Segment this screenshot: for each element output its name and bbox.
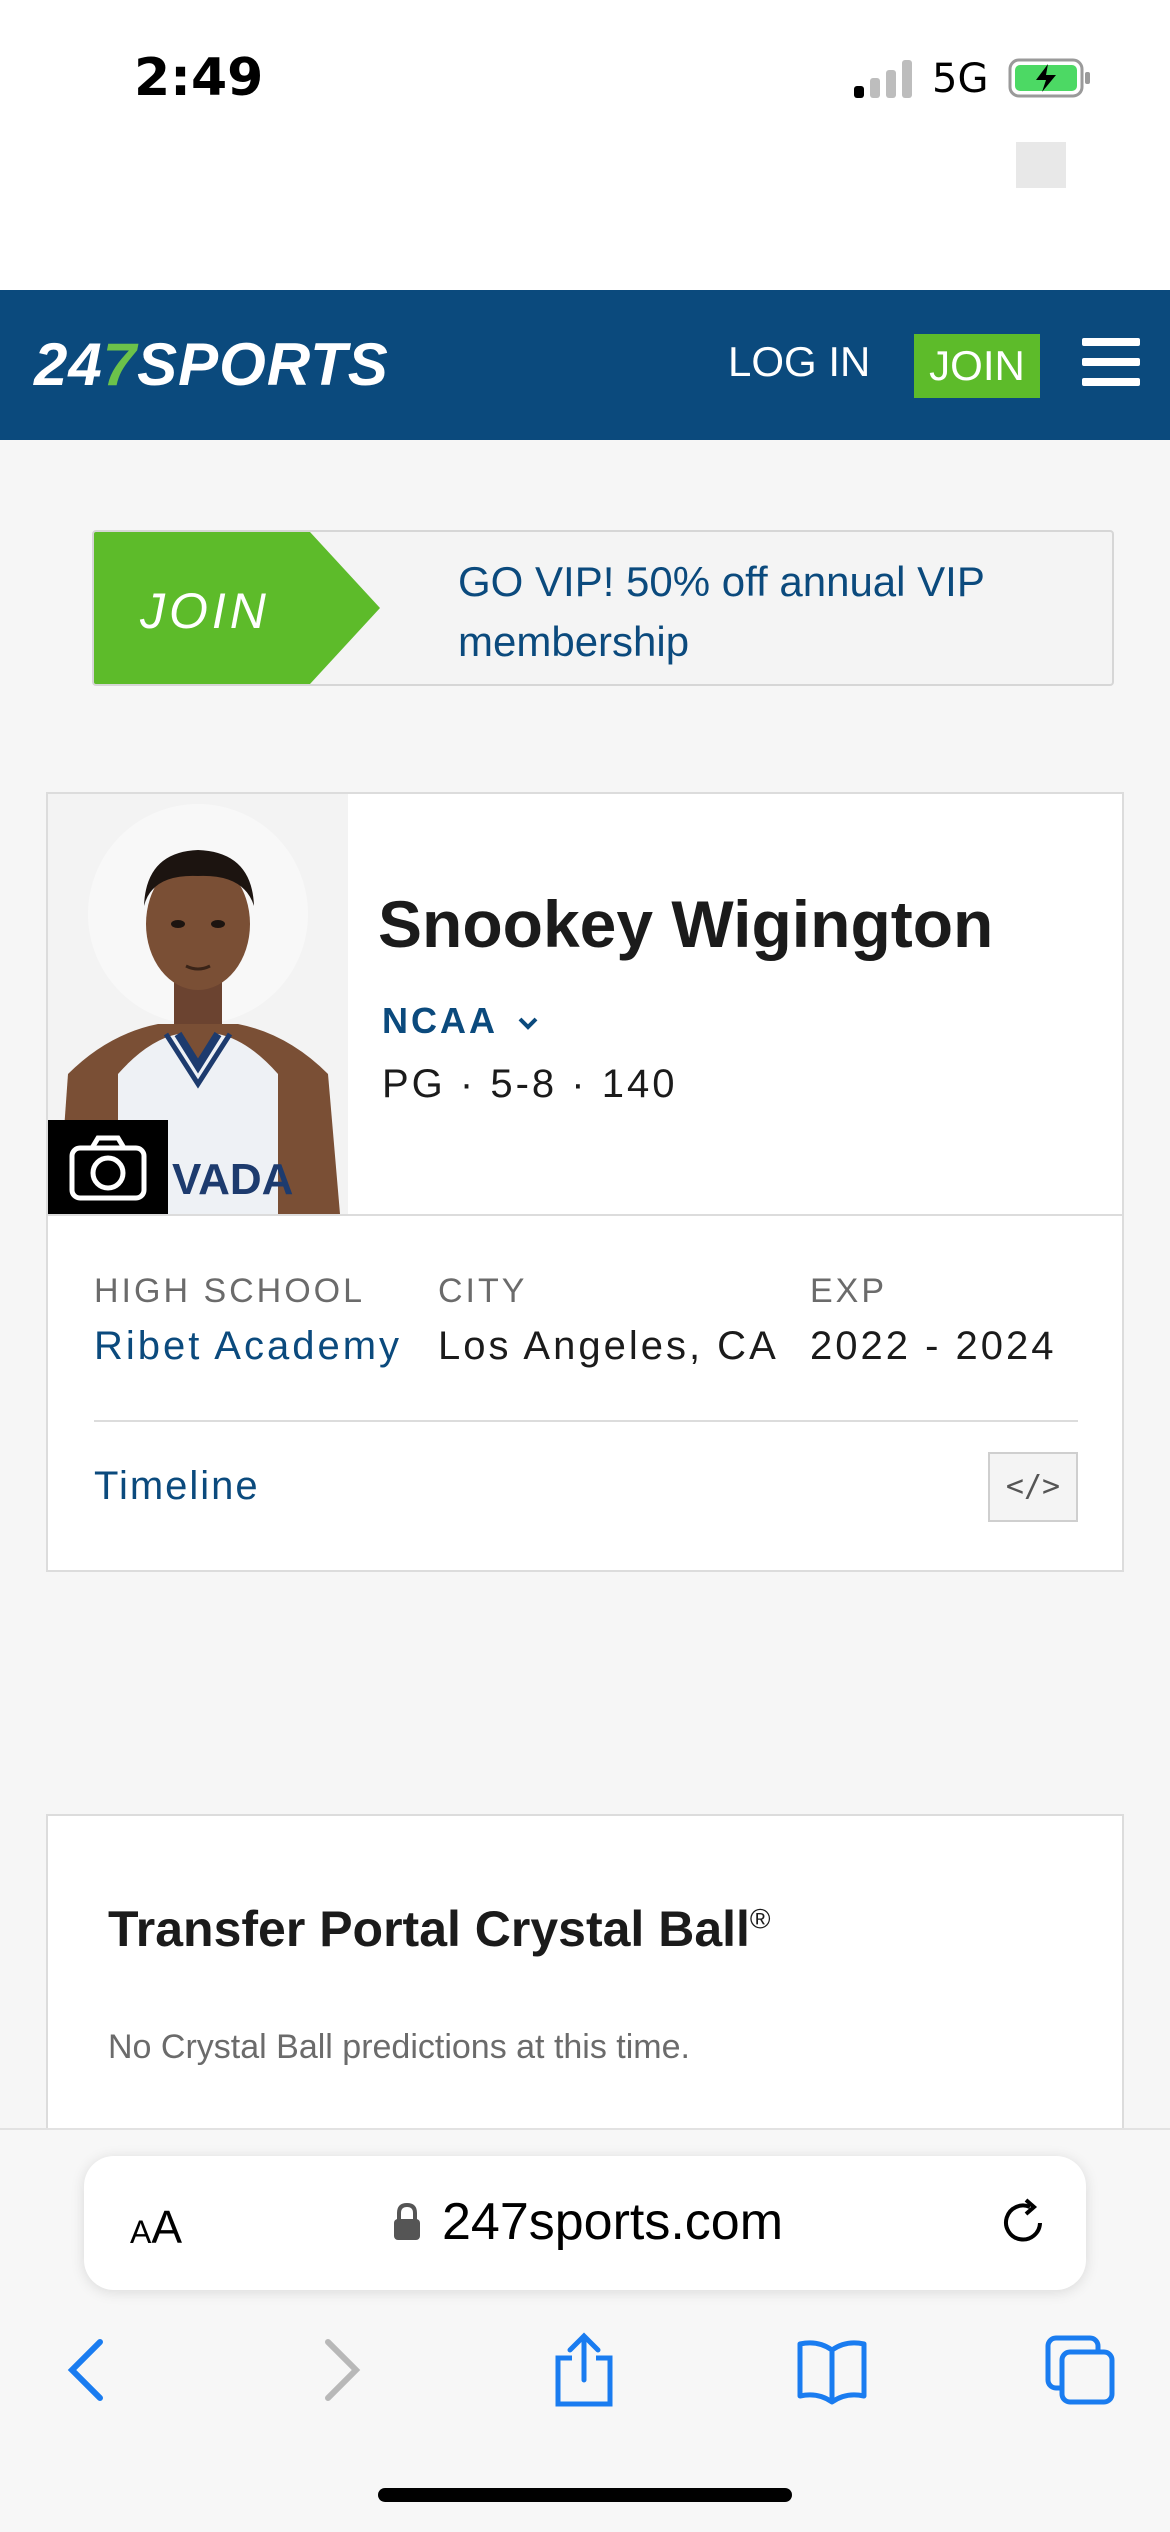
- text-size-button[interactable]: AA: [130, 2200, 182, 2254]
- chevron-down-icon: [518, 1017, 538, 1030]
- registered-mark: ®: [749, 1903, 771, 1935]
- logo-text-24: 24: [34, 331, 103, 398]
- status-bar: 2:49 5G: [0, 0, 1170, 290]
- jersey-text: VADA: [172, 1155, 293, 1204]
- forward-icon[interactable]: [300, 2330, 380, 2410]
- home-indicator[interactable]: [378, 2488, 792, 2502]
- league-label: NCAA: [382, 1000, 497, 1041]
- network-type: 5G: [932, 56, 989, 102]
- vip-promo-text: GO VIP! 50% off annual VIP membership: [458, 558, 985, 665]
- site-logo[interactable]: 247SPORTS: [34, 330, 389, 399]
- crystal-ball-empty-text: No Crystal Ball predictions at this time…: [108, 2028, 690, 2066]
- crystal-ball-title-text: Transfer Portal Crystal Ball: [108, 1901, 750, 1957]
- site-header: 247SPORTS LOG IN JOIN: [0, 290, 1170, 440]
- divider: [48, 1214, 1122, 1216]
- embed-code-button[interactable]: </>: [988, 1452, 1078, 1522]
- back-icon[interactable]: [48, 2330, 128, 2410]
- signal-icon: [854, 58, 914, 98]
- city-label: CITY: [438, 1272, 528, 1310]
- join-button[interactable]: JOIN: [914, 334, 1040, 398]
- vip-banner[interactable]: JOIN GO VIP! 50% off annual VIP membersh…: [92, 530, 1114, 686]
- league-dropdown[interactable]: NCAA: [382, 1000, 540, 1042]
- player-name: Snookey Wigington: [378, 887, 994, 961]
- timeline-link[interactable]: Timeline: [94, 1464, 260, 1509]
- exp-label: EXP: [810, 1272, 888, 1310]
- battery-icon: [1008, 58, 1090, 98]
- camera-icon[interactable]: [48, 1120, 168, 1214]
- tabs-icon[interactable]: [1040, 2330, 1120, 2410]
- bookmarks-icon[interactable]: [792, 2330, 872, 2410]
- lock-icon: [394, 2202, 420, 2240]
- status-time: 2:49: [134, 48, 264, 108]
- reload-icon[interactable]: [994, 2194, 1052, 2252]
- city-value: Los Angeles, CA: [438, 1324, 779, 1368]
- high-school-link[interactable]: Ribet Academy: [94, 1324, 402, 1369]
- aa-small: A: [130, 2214, 152, 2250]
- hamburger-icon[interactable]: [1082, 338, 1140, 386]
- share-icon[interactable]: [544, 2330, 624, 2410]
- position-height-weight: PG · 5-8 · 140: [382, 1062, 678, 1106]
- placeholder-square: [1016, 142, 1066, 188]
- logo-text-7: 7: [102, 331, 138, 398]
- address-bar[interactable]: AA 247sports.com: [84, 2156, 1086, 2290]
- player-photo[interactable]: VADA: [48, 794, 348, 1214]
- divider: [94, 1420, 1078, 1422]
- logo-text-sports: SPORTS: [137, 331, 389, 398]
- url-text[interactable]: 247sports.com: [442, 2192, 783, 2252]
- vip-join-label: JOIN: [140, 583, 270, 639]
- crystal-ball-title: Transfer Portal Crystal Ball®: [108, 1900, 771, 1958]
- login-link[interactable]: LOG IN: [728, 338, 870, 386]
- player-profile-card: VADA Snookey Wigington NCAA PG · 5-8 · 1…: [46, 792, 1124, 1572]
- vip-arrow-shape: [310, 532, 380, 684]
- high-school-label: HIGH SCHOOL: [94, 1272, 366, 1310]
- exp-value: 2022 - 2024: [810, 1324, 1057, 1368]
- aa-large: A: [151, 2201, 183, 2253]
- vip-join-block: JOIN: [94, 532, 310, 684]
- browser-toolbar: AA 247sports.com: [0, 2128, 1170, 2532]
